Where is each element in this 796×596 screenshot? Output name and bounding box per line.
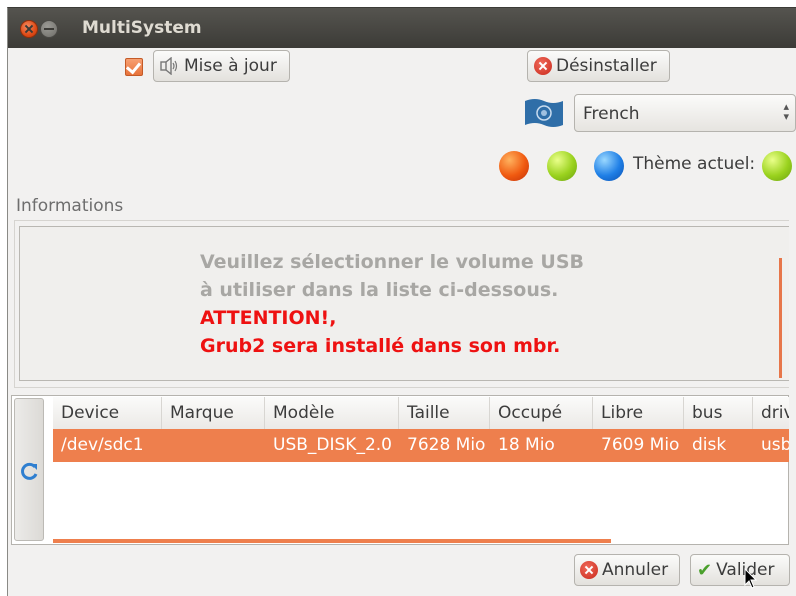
device-table-header: Device Marque Modèle Taille Occupé Libre… [53,397,789,430]
theme-blue-button[interactable] [594,151,624,181]
info-section-title: Informations [16,196,124,216]
minimize-icon[interactable] [40,20,58,38]
uninstall-icon [534,57,552,75]
update-button[interactable]: Mise à jour [153,50,290,82]
info-message: Veuillez sélectionner le volume USB à ut… [200,248,584,360]
cell-bus: disk [692,435,727,455]
cancel-icon [580,561,598,579]
info-line-2: à utiliser dans la liste ci-dessous. [200,279,559,301]
column-header-device[interactable]: Device [53,397,162,429]
info-warning-1: ATTENTION!, [200,307,337,329]
current-theme-indicator [762,151,792,181]
cell-marque [162,429,265,462]
column-header-taille[interactable]: Taille [399,397,490,429]
update-label: Mise à jour [184,56,277,76]
cell-device: /dev/sdc1 [61,435,144,455]
close-icon[interactable] [20,20,38,38]
flag-icon [525,99,563,127]
speaker-icon [160,57,178,75]
update-checkbox[interactable] [125,58,143,76]
cancel-label: Annuler [602,560,669,580]
column-header-bus[interactable]: bus [684,397,753,429]
uninstall-button[interactable]: Désinstaller [527,50,670,82]
column-header-libre[interactable]: Libre [593,397,684,429]
title-bar: MultiSystem [8,8,796,48]
current-theme-label: Thème actuel: [633,154,756,174]
mouse-pointer-icon [744,568,758,589]
theme-orange-button[interactable] [499,151,529,181]
column-header-occupe[interactable]: Occupé [490,397,593,429]
column-header-marque[interactable]: Marque [162,397,265,429]
info-scrollbar[interactable] [779,258,782,378]
language-select[interactable]: French ▴ ▾ [574,94,796,132]
table-row[interactable]: /dev/sdc1 USB_DISK_2.0 7628 Mio 18 Mio 7… [53,429,789,462]
check-icon: ✔ [697,559,713,581]
cell-libre: 7609 Mio [601,435,680,455]
info-warning-2: Grub2 sera installé dans son mbr. [200,335,561,357]
column-header-driver[interactable]: driv [753,397,789,429]
cell-modele: USB_DISK_2.0 [273,435,392,455]
column-header-modele[interactable]: Modèle [265,397,399,429]
language-value: French [583,104,640,124]
refresh-button[interactable] [14,398,44,541]
cell-taille: 7628 Mio [407,435,486,455]
uninstall-label: Désinstaller [556,56,657,76]
validate-button[interactable]: ✔ Valider [690,554,790,586]
refresh-icon [21,462,38,480]
theme-green-button[interactable] [547,151,577,181]
horizontal-scrollbar[interactable] [53,539,611,543]
info-line-1: Veuillez sélectionner le volume USB [200,251,584,273]
cancel-button[interactable]: Annuler [574,554,680,586]
cell-occupe: 18 Mio [498,435,555,455]
combo-arrows-icon: ▴ ▾ [783,100,789,123]
cell-driver: usb [761,435,789,455]
window-title: MultiSystem [82,18,202,38]
